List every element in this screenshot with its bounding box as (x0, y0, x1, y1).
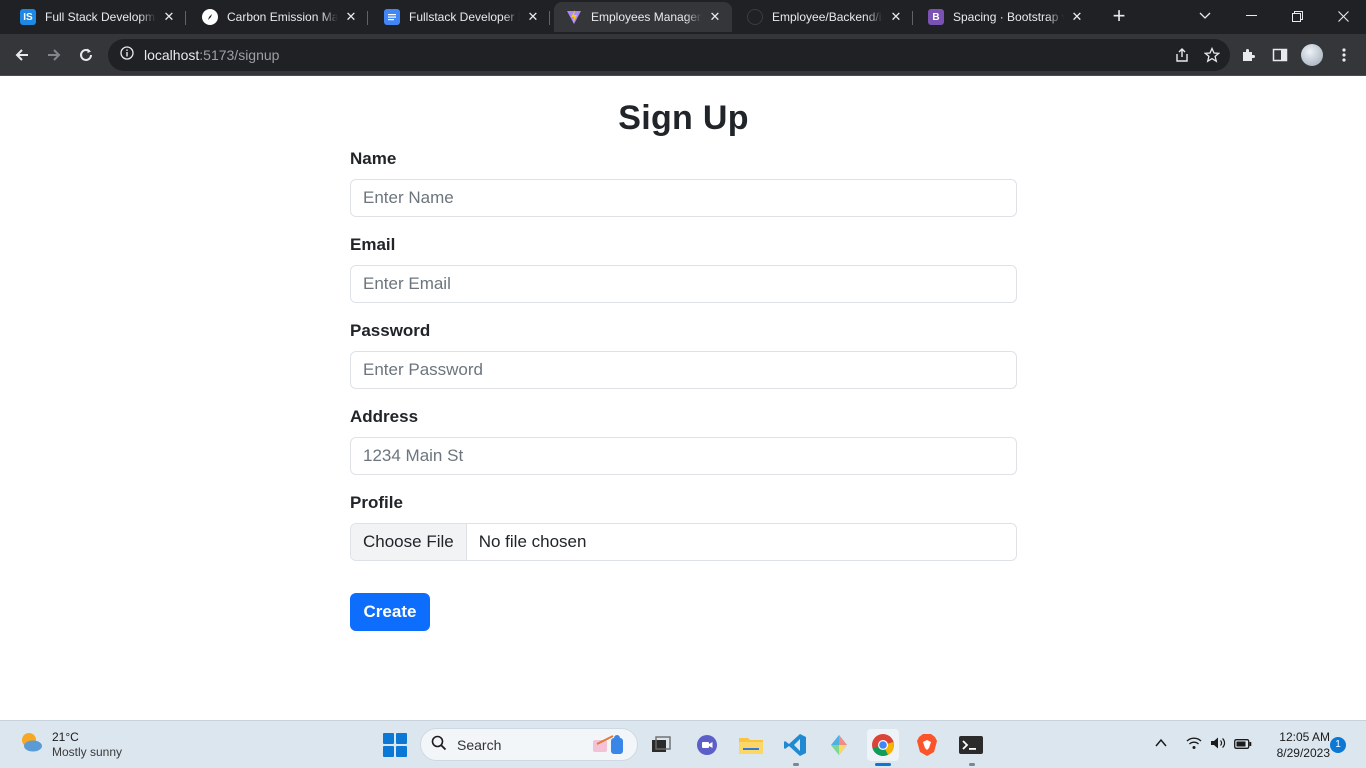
url-host: localhost (144, 47, 200, 63)
side-panel-icon[interactable] (1266, 41, 1294, 69)
page-viewport: Sign Up Name Email Password Address Prof… (0, 77, 1366, 720)
address-label: Address (350, 407, 419, 426)
minimize-icon[interactable] (1228, 0, 1274, 32)
compass-icon (202, 9, 218, 25)
choose-file-button[interactable]: Choose File (351, 524, 467, 560)
weather-description: Mostly sunny (52, 744, 123, 759)
show-hidden-icons-icon[interactable] (1154, 736, 1168, 755)
tab-full-stack-development[interactable]: IS Full Stack Developmen ✕ (8, 2, 186, 32)
profile-file-input[interactable]: Choose File No file chosen (350, 523, 1017, 561)
volume-icon[interactable] (1210, 736, 1226, 755)
new-tab-button[interactable]: + (1106, 5, 1132, 29)
site-info-icon[interactable] (120, 45, 134, 65)
tab-employee-backend[interactable]: Employee/Backend/in ✕ (735, 2, 913, 32)
close-tab-icon[interactable]: ✕ (160, 8, 178, 26)
close-tab-icon[interactable]: ✕ (1068, 8, 1086, 26)
page-title: Sign Up (618, 99, 749, 137)
forward-arrow-icon[interactable] (40, 41, 68, 69)
share-icon[interactable] (1174, 47, 1190, 68)
search-icon (431, 735, 447, 754)
tab-employees-management[interactable]: Employees Manageme ✕ (554, 2, 732, 32)
tab-separator (185, 11, 186, 25)
wifi-icon[interactable] (1186, 736, 1202, 755)
running-indicator (969, 763, 975, 766)
file-explorer-icon[interactable] (735, 729, 767, 761)
profile-avatar[interactable] (1298, 41, 1326, 69)
name-label: Name (350, 149, 397, 168)
clock-date: 8/29/2023 (1276, 746, 1330, 760)
tab-title: Employee/Backend/in (772, 10, 883, 24)
back-arrow-icon[interactable] (8, 41, 36, 69)
tab-carbon-emission[interactable]: Carbon Emission Mana ✕ (190, 2, 368, 32)
email-input[interactable] (350, 265, 1017, 303)
notification-badge[interactable]: 1 (1330, 737, 1346, 753)
create-button[interactable]: Create (350, 593, 430, 631)
tab-title: Fullstack Developer In (409, 10, 520, 24)
search-highlight-icon (587, 732, 629, 761)
weather-widget[interactable]: 21°C Mostly sunny (18, 729, 122, 760)
terminal-icon[interactable] (955, 729, 987, 761)
close-tab-icon[interactable]: ✕ (524, 8, 542, 26)
close-tab-icon[interactable]: ✕ (342, 8, 360, 26)
name-input[interactable] (350, 179, 1017, 217)
reload-icon[interactable] (72, 41, 100, 69)
tab-bootstrap-spacing[interactable]: B Spacing · Bootstrap v5 ✕ (916, 2, 1094, 32)
windows-taskbar: 21°C Mostly sunny Search 12:05 AM 8/29/2… (0, 720, 1366, 768)
tab-search-icon[interactable] (1182, 0, 1228, 32)
tab-title: Employees Manageme (591, 10, 702, 24)
file-status-text: No file chosen (478, 532, 587, 551)
password-input[interactable] (350, 351, 1017, 389)
teams-chat-icon[interactable] (691, 729, 723, 761)
weather-temperature: 21°C (52, 729, 79, 744)
battery-icon[interactable] (1234, 737, 1252, 755)
github-icon (747, 9, 763, 25)
task-view-icon[interactable] (645, 729, 677, 761)
search-label: Search (457, 736, 502, 753)
active-app-indicator (875, 763, 891, 766)
address-bar[interactable]: localhost:5173/signup (108, 39, 1230, 71)
tab-separator (912, 11, 913, 25)
browser-toolbar: localhost:5173/signup (0, 34, 1366, 76)
bookmark-star-icon[interactable] (1203, 46, 1221, 68)
site-favicon-icon: IS (20, 9, 36, 25)
taskbar-search-box[interactable]: Search (420, 728, 638, 761)
close-tab-icon[interactable]: ✕ (887, 8, 905, 26)
close-tab-icon[interactable]: ✕ (706, 8, 724, 26)
clock-time: 12:05 AM (1279, 730, 1330, 744)
brave-browser-icon[interactable] (911, 729, 943, 761)
running-indicator (793, 763, 799, 766)
more-menu-icon[interactable] (1330, 41, 1358, 69)
partly-sunny-icon (18, 729, 44, 760)
tab-fullstack-developer-doc[interactable]: Fullstack Developer In ✕ (372, 2, 550, 32)
system-clock[interactable]: 12:05 AM 8/29/2023 (1262, 729, 1330, 761)
tab-title: Full Stack Developmen (45, 10, 156, 24)
vs-code-icon[interactable] (779, 729, 811, 761)
tab-title: Carbon Emission Mana (227, 10, 338, 24)
vite-icon (566, 9, 582, 25)
windows-start-icon[interactable] (383, 733, 407, 757)
app-icon[interactable] (823, 729, 855, 761)
password-label: Password (350, 321, 431, 340)
email-label: Email (350, 235, 396, 254)
browser-tab-strip: IS Full Stack Developmen ✕ Carbon Emissi… (0, 0, 1366, 34)
url-text: localhost:5173/signup (144, 47, 279, 63)
tab-separator (549, 11, 550, 25)
extensions-puzzle-icon[interactable] (1234, 41, 1262, 69)
restore-icon[interactable] (1274, 0, 1320, 32)
google-docs-icon (384, 9, 400, 25)
address-input[interactable] (350, 437, 1017, 475)
url-path: :5173/signup (199, 47, 280, 63)
profile-label: Profile (350, 493, 403, 512)
tab-separator (367, 11, 368, 25)
tab-title: Spacing · Bootstrap v5 (953, 10, 1064, 24)
close-window-icon[interactable] (1320, 0, 1366, 32)
chrome-icon[interactable] (867, 729, 899, 761)
bootstrap-icon: B (928, 9, 944, 25)
